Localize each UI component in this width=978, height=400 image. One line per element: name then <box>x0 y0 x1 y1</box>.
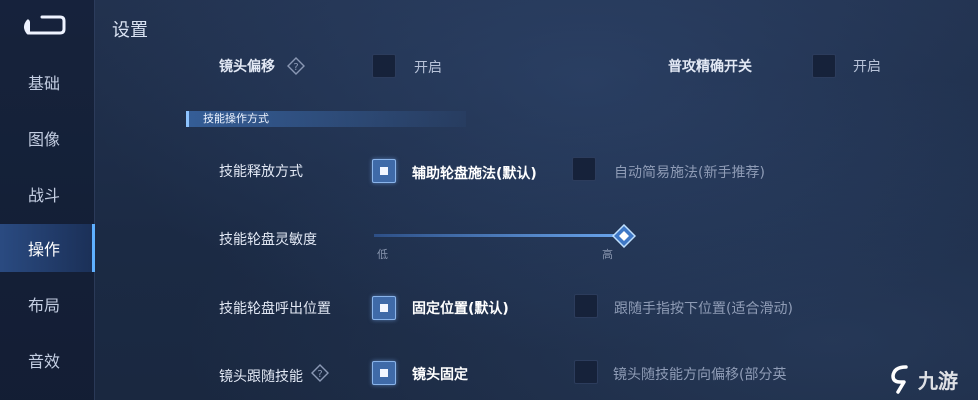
help-icon[interactable]: ? <box>287 57 305 75</box>
camera-offset-checkbox[interactable] <box>372 54 396 78</box>
wheel-position-label: 技能轮盘呼出位置 <box>219 301 331 317</box>
sensitivity-slider-track[interactable] <box>374 234 626 237</box>
camera-offset-toggle-label: 开启 <box>414 60 442 76</box>
slider-max-label: 高 <box>602 248 613 261</box>
watermark-logo: 九游 <box>888 362 974 396</box>
sidebar-item-label: 布局 <box>28 296 61 315</box>
jiuyou-logo-icon <box>891 365 908 394</box>
watermark-text: 九游 <box>918 368 958 393</box>
sidebar-item-combat[interactable]: 战斗 <box>0 170 95 218</box>
sidebar: 基础 图像 战斗 操作 布局 音效 <box>0 0 95 400</box>
sidebar-item-label: 操作 <box>28 240 61 259</box>
camera-follow-option2-text: 镜头随技能方向偏移(部分英 <box>613 367 787 383</box>
skill-cast-option2-text: 自动简易施法(新手推荐) <box>614 165 765 181</box>
sidebar-item-label: 基础 <box>28 74 61 93</box>
page-title: 设置 <box>112 20 148 41</box>
sidebar-item-basic[interactable]: 基础 <box>0 58 95 106</box>
sidebar-item-sound[interactable]: 音效 <box>0 336 95 384</box>
skill-cast-option1-checkbox[interactable] <box>372 159 396 183</box>
camera-follow-option2-checkbox[interactable] <box>574 360 598 384</box>
diamond-handle-icon <box>611 223 637 249</box>
slider-min-label: 低 <box>377 248 388 261</box>
wheel-position-option2-checkbox[interactable] <box>574 294 598 318</box>
back-button[interactable] <box>20 14 68 40</box>
sidebar-item-controls[interactable]: 操作 <box>0 224 95 272</box>
precise-attack-label: 普攻精确开关 <box>668 59 752 75</box>
wheel-position-option2-text: 跟随手指按下位置(适合滑动) <box>614 301 793 317</box>
sidebar-item-label: 音效 <box>28 352 61 371</box>
precise-attack-checkbox[interactable] <box>812 54 836 78</box>
skill-cast-option1-text: 辅助轮盘施法(默认) <box>412 166 537 182</box>
sidebar-item-label: 战斗 <box>28 186 61 205</box>
back-arrow-icon <box>24 15 66 35</box>
sidebar-item-layout[interactable]: 布局 <box>0 280 95 328</box>
help-icon[interactable]: ? <box>311 364 329 382</box>
camera-follow-label: 镜头跟随技能 <box>219 369 303 385</box>
sidebar-item-graphics[interactable]: 图像 <box>0 114 95 162</box>
wheel-position-option1-text: 固定位置(默认) <box>412 301 509 317</box>
precise-attack-toggle-label: 开启 <box>853 59 881 75</box>
svg-text:?: ? <box>293 62 298 73</box>
skill-cast-option2-checkbox[interactable] <box>572 157 596 181</box>
skill-cast-label: 技能释放方式 <box>219 164 303 180</box>
camera-follow-option1-text: 镜头固定 <box>412 367 468 383</box>
camera-follow-option1-checkbox[interactable] <box>372 361 396 385</box>
section-header: 技能操作方式 <box>186 111 466 127</box>
wheel-sensitivity-label: 技能轮盘灵敏度 <box>219 232 317 248</box>
svg-text:?: ? <box>317 369 322 380</box>
sidebar-item-label: 图像 <box>28 130 61 149</box>
wheel-position-option1-checkbox[interactable] <box>372 296 396 320</box>
camera-offset-label: 镜头偏移 <box>219 59 275 75</box>
sensitivity-slider-thumb[interactable] <box>611 223 637 249</box>
